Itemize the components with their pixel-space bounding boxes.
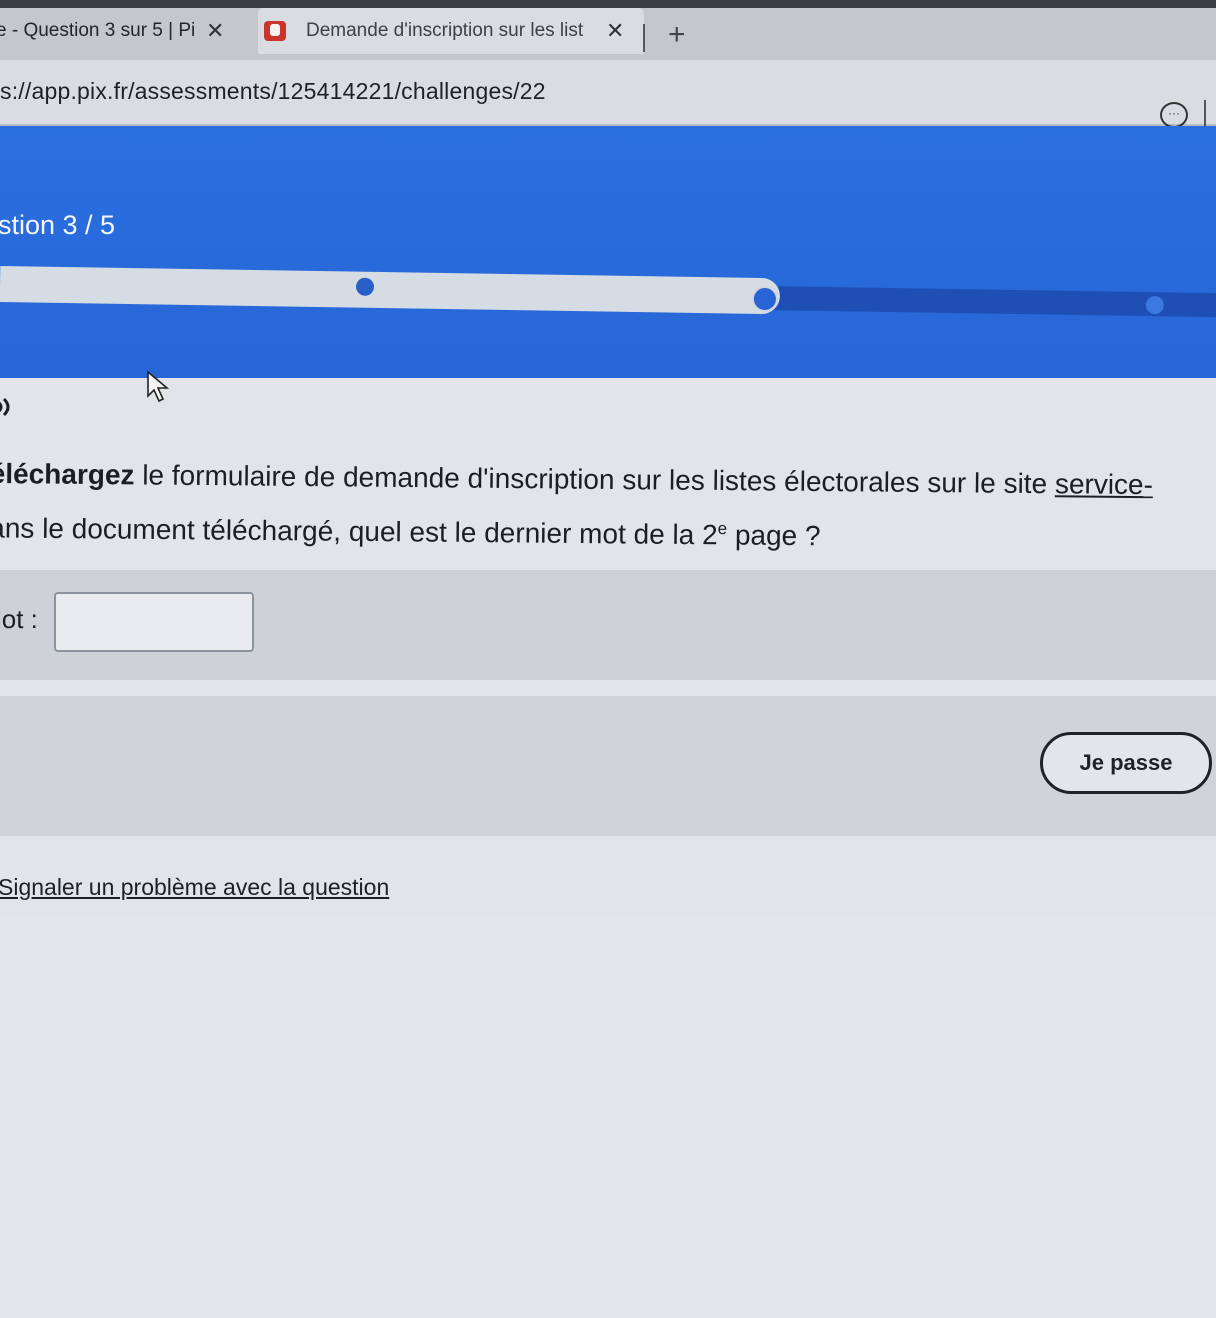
progress-completed (0, 266, 781, 315)
instruction-text-span: ans le document téléchargé, quel est le … (0, 512, 703, 551)
question-counter: stion 3 / 5 (0, 210, 116, 240)
answer-label: lot : (0, 604, 38, 634)
instruction-text: éléchargez le formulaire de demande d'in… (0, 450, 1216, 564)
progress-bar (0, 266, 1216, 325)
url-text[interactable]: s://app.pix.fr/assessments/125414221/cha… (0, 78, 546, 105)
instruction-text-span: page ? (726, 519, 821, 552)
skip-button[interactable]: Je passe (1040, 732, 1212, 794)
tab-title: e - Question 3 sur 5 | Pi (0, 20, 196, 41)
actions-section: Je passe (0, 696, 1216, 836)
audio-icon[interactable] (0, 396, 20, 418)
close-tab-icon[interactable]: ✕ (606, 18, 624, 44)
page-number: 2 (701, 519, 718, 551)
report-problem-link[interactable]: Signaler un problème avec la question (0, 874, 389, 901)
service-public-link[interactable]: service- (1055, 468, 1153, 500)
mouse-cursor-icon (147, 370, 170, 403)
tab-divider (643, 24, 645, 52)
page-background (0, 918, 1216, 1318)
instruction-bold-word: éléchargez (0, 457, 135, 491)
close-tab-icon[interactable]: ✕ (206, 18, 224, 44)
browser-tab-bar: e - Question 3 sur 5 | Pi ✕ Demande d'in… (0, 0, 1216, 60)
tab-title: Demande d'inscription sur les list (306, 20, 584, 41)
answer-section: lot : (0, 570, 1216, 680)
favicon-icon (264, 21, 286, 41)
window-top-edge (0, 0, 1216, 8)
ordinal-suffix: e (717, 518, 728, 539)
more-options-icon[interactable]: ··· (1160, 102, 1188, 128)
address-bar[interactable]: s://app.pix.fr/assessments/125414221/cha… (0, 60, 1216, 128)
tab-inscription[interactable]: Demande d'inscription sur les list ✕ (258, 8, 644, 54)
instruction-text-span: le formulaire de demande d'inscription s… (134, 459, 1056, 500)
toolbar-divider (1204, 100, 1206, 128)
challenge-header: stion 3 / 5 (0, 126, 1216, 378)
challenge-content: éléchargez le formulaire de demande d'in… (0, 370, 1216, 1318)
answer-input[interactable] (54, 592, 254, 652)
tab-question[interactable]: e - Question 3 sur 5 | Pi ✕ (0, 8, 250, 54)
new-tab-icon[interactable]: + (668, 20, 686, 50)
